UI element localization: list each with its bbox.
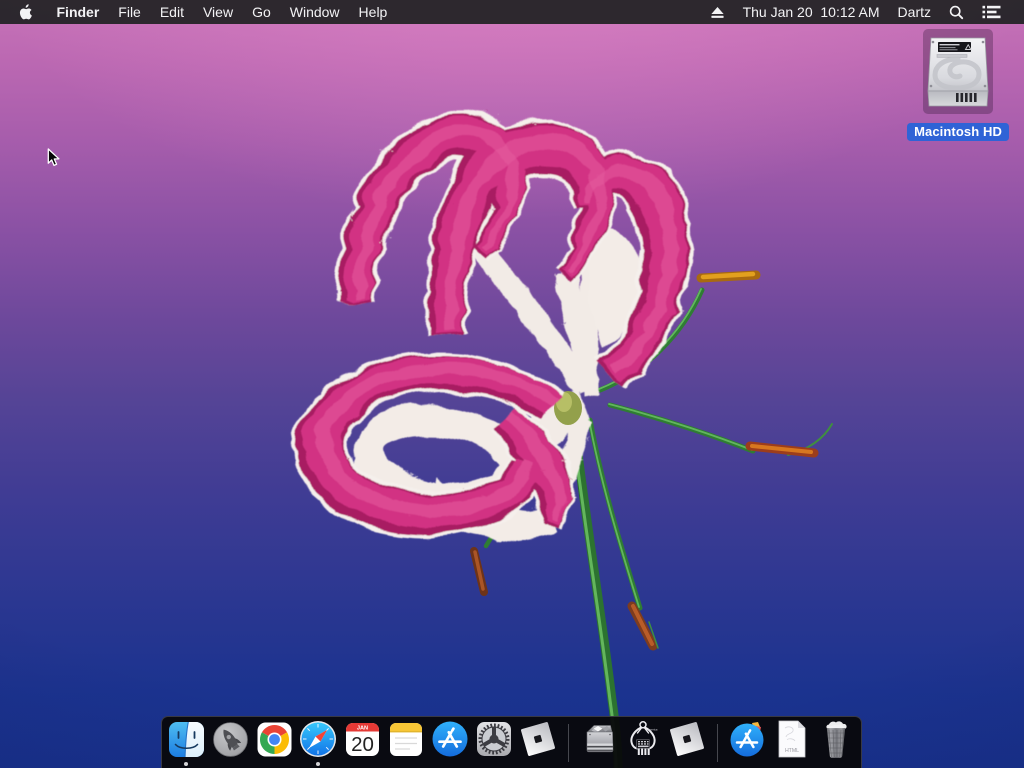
running-indicator (316, 761, 320, 766)
menu-bar-clock[interactable]: Thu Jan 20 10:12 AM (734, 0, 889, 24)
macos-desktop: Finder File Edit View Go Window Help Thu… (0, 0, 1024, 768)
dock: JAN 20 america HTML (161, 716, 862, 768)
dock-separator (560, 717, 577, 768)
notification-center-icon[interactable] (973, 0, 1001, 24)
svg-text:america: america (648, 728, 658, 732)
svg-text:20: 20 (351, 733, 374, 756)
safari-icon (300, 721, 336, 757)
desktop-icon-macintosh-hd[interactable]: Macintosh HD (903, 29, 1013, 141)
calendar-icon: JAN 20 (345, 722, 379, 756)
icon-selection-highlight (923, 29, 993, 114)
menu-view[interactable]: View (193, 0, 242, 24)
gloriosa-flower-artwork (290, 106, 833, 768)
chip-claw-icon: america (630, 721, 658, 755)
app-store-icon (432, 721, 468, 757)
hard-drive-device-icon (927, 37, 989, 106)
launchpad-icon (212, 721, 248, 757)
dock-notes[interactable] (384, 717, 428, 768)
eject-icon[interactable] (701, 0, 734, 24)
menu-bar: Finder File Edit View Go Window Help Thu… (0, 0, 1024, 24)
finder-icon (168, 721, 204, 757)
system-preferences-icon (477, 722, 511, 756)
menu-bar-left: Finder File Edit View Go Window Help (0, 0, 397, 24)
dock-calendar[interactable]: JAN 20 (340, 717, 384, 768)
dock-finder[interactable] (164, 717, 208, 768)
svg-text:HTML: HTML (785, 748, 799, 754)
svg-text:JAN: JAN (356, 725, 367, 731)
applications-stack-icon (730, 722, 764, 757)
roblox-icon (521, 722, 555, 756)
dock-system-preferences[interactable] (472, 717, 516, 768)
dock-safari[interactable] (296, 717, 340, 768)
dock-html-file[interactable]: HTML (770, 717, 814, 768)
dock-chrome[interactable] (252, 717, 296, 768)
notes-icon (390, 722, 422, 756)
menu-window[interactable]: Window (280, 0, 349, 24)
html-file-icon: HTML (778, 720, 806, 758)
dock-separator (709, 717, 726, 768)
dock-app-store[interactable] (428, 717, 472, 768)
mouse-cursor (47, 147, 60, 166)
dock-applications-stack[interactable] (726, 717, 770, 768)
menu-file[interactable]: File (109, 0, 151, 24)
dock-trash[interactable] (814, 717, 858, 768)
dock-roblox[interactable] (516, 717, 560, 768)
dock-launchpad[interactable] (208, 717, 252, 768)
menu-help[interactable]: Help (349, 0, 397, 24)
apple-menu[interactable] (0, 0, 47, 24)
dock-chip-claw-tool[interactable]: america (621, 717, 665, 768)
desktop-icon-label: Macintosh HD (907, 123, 1009, 141)
apple-logo-icon (19, 4, 32, 20)
menu-bar-user[interactable]: Dartz (889, 0, 940, 24)
dock-hard-drive-app[interactable] (577, 717, 621, 768)
menu-bar-status: Thu Jan 20 10:12 AM Dartz (701, 0, 1024, 24)
running-indicator (184, 761, 188, 766)
chrome-icon (257, 722, 291, 756)
spotlight-search-icon[interactable] (940, 0, 973, 24)
menu-go[interactable]: Go (243, 0, 281, 24)
trash-full-icon (826, 721, 847, 758)
dock-roblox-2[interactable] (665, 717, 709, 768)
hard-drive-3d-icon (586, 725, 614, 753)
roblox-icon (670, 722, 704, 756)
menu-finder[interactable]: Finder (47, 0, 109, 24)
menu-edit[interactable]: Edit (150, 0, 193, 24)
